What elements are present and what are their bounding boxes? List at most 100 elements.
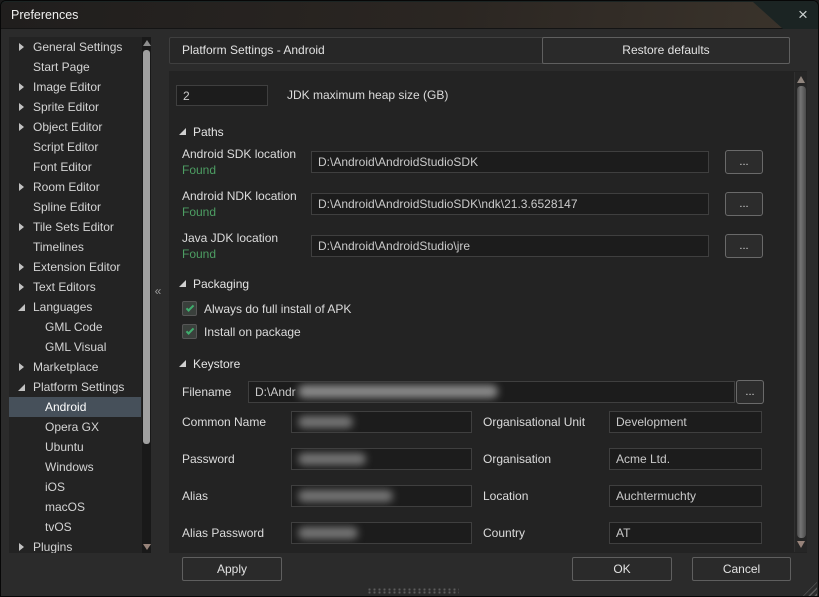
- sidebar-item[interactable]: Start Page: [9, 57, 141, 77]
- redacted-text: [298, 527, 358, 539]
- jdk-heap-size-input[interactable]: 2: [176, 85, 268, 106]
- sidebar-item[interactable]: Text Editors: [9, 277, 141, 297]
- sidebar-item-label: Room Editor: [33, 180, 100, 194]
- checkbox-install-on-package[interactable]: Install on package: [182, 324, 301, 339]
- filename-browse-button[interactable]: ...: [736, 380, 764, 404]
- sidebar-item[interactable]: Timelines: [9, 237, 141, 257]
- sidebar-item[interactable]: Object Editor: [9, 117, 141, 137]
- ndk-location-label: Android NDK location: [182, 189, 297, 203]
- sidebar-collapse-chevron[interactable]: «: [151, 283, 165, 299]
- section-paths[interactable]: Paths: [179, 125, 224, 139]
- resize-grip-bottom[interactable]: [367, 588, 459, 594]
- sidebar-item-label: Tile Sets Editor: [33, 220, 114, 234]
- sidebar-item[interactable]: Windows: [9, 457, 141, 477]
- sidebar-item-label: GML Code: [45, 320, 103, 334]
- checkbox-label: Install on package: [204, 325, 301, 339]
- sdk-location-label: Android SDK location: [182, 147, 296, 161]
- country-input[interactable]: AT: [609, 522, 762, 544]
- preferences-sidebar: General Settings Start Page Image Editor…: [9, 37, 151, 553]
- ndk-status: Found: [182, 205, 216, 219]
- location-input[interactable]: Auchtermuchty: [609, 485, 762, 507]
- alias-input[interactable]: [291, 485, 472, 507]
- sidebar-item-label: Ubuntu: [45, 440, 84, 454]
- sidebar-item[interactable]: GML Code: [9, 317, 141, 337]
- sidebar-item[interactable]: Marketplace: [9, 357, 141, 377]
- sidebar-item-label: Spline Editor: [33, 200, 101, 214]
- sidebar-scrollbar[interactable]: [142, 37, 151, 553]
- cancel-button[interactable]: Cancel: [692, 557, 791, 581]
- common-name-input[interactable]: [291, 411, 472, 433]
- checkbox-checked-icon: [182, 324, 197, 339]
- sidebar-item[interactable]: iOS: [9, 477, 141, 497]
- filename-input[interactable]: D:\Andr: [248, 381, 735, 403]
- sidebar-item-label: macOS: [45, 500, 85, 514]
- organisation-input[interactable]: Acme Ltd.: [609, 448, 762, 470]
- tree-arrow-icon: [29, 482, 39, 492]
- scroll-up-icon[interactable]: [143, 40, 151, 46]
- section-title: Keystore: [193, 357, 240, 371]
- sidebar-item[interactable]: Languages: [9, 297, 141, 317]
- tree-arrow-icon: [29, 502, 39, 512]
- scroll-down-icon[interactable]: [143, 544, 151, 550]
- sidebar-item[interactable]: Ubuntu: [9, 437, 141, 457]
- sidebar-item[interactable]: Image Editor: [9, 77, 141, 97]
- sidebar-item-label: Plugins: [33, 540, 72, 553]
- restore-defaults-button[interactable]: Restore defaults: [542, 37, 790, 64]
- checkbox-full-install[interactable]: Always do full install of APK: [182, 301, 351, 316]
- close-icon[interactable]: ×: [792, 5, 814, 25]
- country-label: Country: [483, 522, 525, 544]
- sidebar-item-label: Languages: [33, 300, 92, 314]
- ok-button[interactable]: OK: [572, 557, 672, 581]
- sidebar-item[interactable]: Platform Settings: [9, 377, 141, 397]
- sdk-location-input[interactable]: D:\Android\AndroidStudioSDK: [311, 151, 709, 173]
- tree-arrow-icon: [17, 102, 27, 112]
- sidebar-item[interactable]: Room Editor: [9, 177, 141, 197]
- common-name-label: Common Name: [182, 411, 266, 433]
- section-keystore[interactable]: Keystore: [179, 357, 240, 371]
- org-unit-input[interactable]: Development: [609, 411, 762, 433]
- apply-button[interactable]: Apply: [182, 557, 282, 581]
- tree-arrow-icon: [29, 342, 39, 352]
- page-title: Platform Settings - Android: [182, 38, 325, 63]
- sidebar-item[interactable]: Script Editor: [9, 137, 141, 157]
- sidebar-item-label: Start Page: [33, 60, 90, 74]
- sidebar-item[interactable]: Font Editor: [9, 157, 141, 177]
- tree-arrow-icon: [17, 162, 27, 172]
- jdk-browse-button[interactable]: ...: [725, 234, 763, 258]
- sidebar-scrollbar-thumb[interactable]: [143, 50, 150, 444]
- sidebar-item[interactable]: Opera GX: [9, 417, 141, 437]
- sidebar-item-label: Script Editor: [33, 140, 98, 154]
- sidebar-item[interactable]: Android: [9, 397, 141, 417]
- sidebar-item[interactable]: Sprite Editor: [9, 97, 141, 117]
- sidebar-item[interactable]: GML Visual: [9, 337, 141, 357]
- sdk-browse-button[interactable]: ...: [725, 150, 763, 174]
- scroll-up-icon[interactable]: [797, 76, 805, 83]
- tree-arrow-icon: [17, 82, 27, 92]
- sidebar-item[interactable]: Plugins: [9, 537, 141, 553]
- sidebar-item-label: Extension Editor: [33, 260, 120, 274]
- panel-scrollbar[interactable]: [794, 72, 807, 552]
- checkbox-checked-icon: [182, 301, 197, 316]
- panel-scrollbar-thumb[interactable]: [797, 86, 806, 538]
- section-title: Packaging: [193, 277, 249, 291]
- sidebar-item[interactable]: Spline Editor: [9, 197, 141, 217]
- sidebar-item[interactable]: General Settings: [9, 37, 141, 57]
- sidebar-item[interactable]: macOS: [9, 497, 141, 517]
- alias-password-input[interactable]: [291, 522, 472, 544]
- resize-grip-corner[interactable]: [803, 582, 817, 596]
- sidebar-item-label: Opera GX: [45, 420, 99, 434]
- tree-arrow-icon: [29, 522, 39, 532]
- scroll-down-icon[interactable]: [797, 541, 805, 548]
- sidebar-item[interactable]: Extension Editor: [9, 257, 141, 277]
- password-input[interactable]: [291, 448, 472, 470]
- ndk-location-input[interactable]: D:\Android\AndroidStudioSDK\ndk\21.3.652…: [311, 193, 709, 215]
- jdk-location-input[interactable]: D:\Android\AndroidStudio\jre: [311, 235, 709, 257]
- tree-arrow-icon: [17, 202, 27, 212]
- sidebar-item[interactable]: Tile Sets Editor: [9, 217, 141, 237]
- tree-arrow-icon: [17, 262, 27, 272]
- sidebar-item-label: Android: [45, 400, 86, 414]
- ndk-browse-button[interactable]: ...: [725, 192, 763, 216]
- sidebar-item-label: Object Editor: [33, 120, 102, 134]
- section-packaging[interactable]: Packaging: [179, 277, 249, 291]
- sidebar-item[interactable]: tvOS: [9, 517, 141, 537]
